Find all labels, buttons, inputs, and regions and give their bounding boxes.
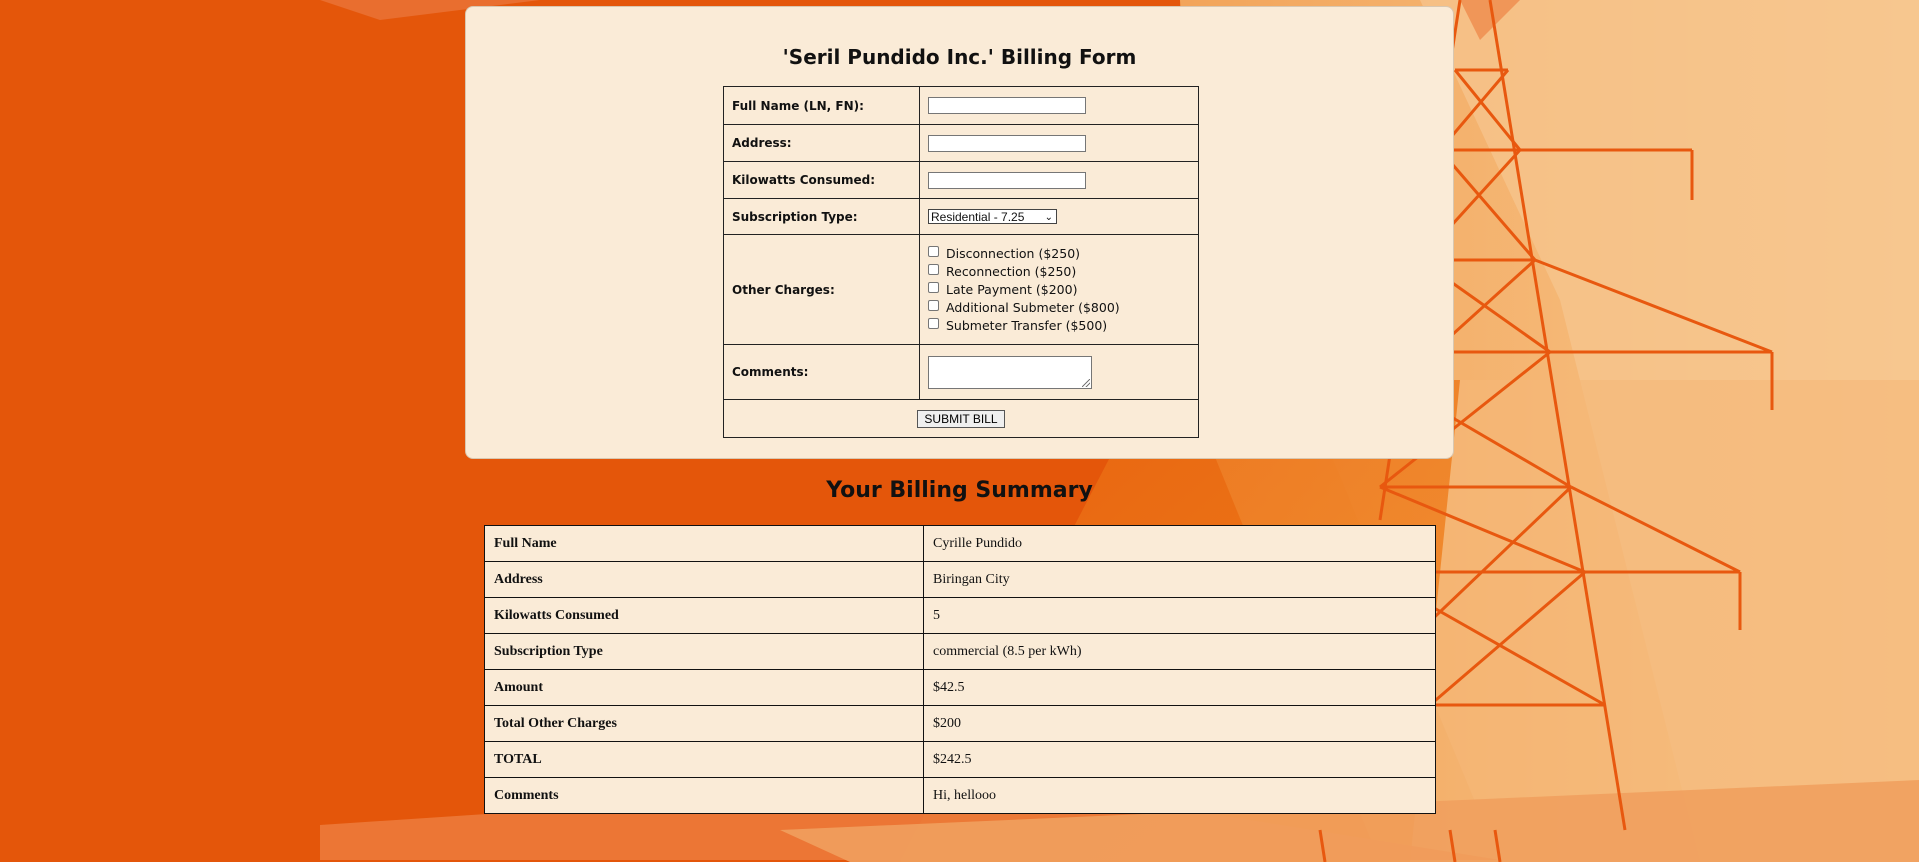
- comments-textarea[interactable]: [928, 355, 1092, 389]
- comments-label: Comments:: [723, 344, 920, 400]
- table-row: Amount $42.5: [484, 669, 1436, 706]
- summary-key: Full Name: [484, 525, 924, 562]
- summary-value: commercial (8.5 per kWh): [923, 633, 1436, 670]
- charge-option[interactable]: Additional Submeter ($800): [928, 299, 1190, 317]
- submit-cell: SUBMIT BILL: [723, 399, 1199, 438]
- kilowatts-cell: [919, 161, 1199, 199]
- full-name-cell: [919, 86, 1199, 125]
- summary-key: Kilowatts Consumed: [484, 597, 924, 634]
- form-title: 'Seril Pundido Inc.' Billing Form: [782, 45, 1137, 69]
- charge-option-label: Reconnection ($250): [946, 264, 1077, 279]
- summary-value: $200: [923, 705, 1436, 742]
- summary-value: $42.5: [923, 669, 1436, 706]
- charge-option-label: Late Payment ($200): [946, 282, 1078, 297]
- subscription-label: Subscription Type:: [723, 198, 920, 235]
- resize-handle-icon[interactable]: [1082, 378, 1090, 387]
- summary-key: Total Other Charges: [484, 705, 924, 742]
- checkbox[interactable]: [928, 300, 939, 311]
- summary-value: Cyrille Pundido: [923, 525, 1436, 562]
- charge-option[interactable]: Late Payment ($200): [928, 281, 1190, 299]
- summary-key: TOTAL: [484, 741, 924, 778]
- charge-option-label: Disconnection ($250): [946, 246, 1081, 261]
- other-charges-label: Other Charges:: [723, 234, 920, 345]
- address-label: Address:: [723, 124, 920, 162]
- summary-key: Amount: [484, 669, 924, 706]
- subscription-select[interactable]: Residential - 7.25 ⌄: [928, 209, 1057, 224]
- summary-value: Hi, hellooo: [923, 777, 1436, 814]
- charge-option-label: Submeter Transfer ($500): [946, 318, 1108, 333]
- checkbox[interactable]: [928, 282, 939, 293]
- table-row: Address Biringan City: [484, 561, 1436, 598]
- table-row: Kilowatts Consumed 5: [484, 597, 1436, 634]
- address-input[interactable]: [928, 134, 1086, 152]
- billing-summary-table: Full Name Cyrille Pundido Address Biringan…: [484, 525, 1436, 814]
- address-cell: [919, 124, 1199, 162]
- summary-value: 5: [923, 597, 1436, 634]
- full-name-input[interactable]: [928, 97, 1086, 114]
- billing-form-panel: 'Seril Pundido Inc.' Billing Form Full N…: [465, 6, 1454, 459]
- billing-form-table: Full Name (LN, FN): Address: Kilowatts C…: [723, 86, 1199, 438]
- checkbox[interactable]: [928, 318, 939, 329]
- charge-option[interactable]: Submeter Transfer ($500): [928, 317, 1190, 335]
- full-name-label: Full Name (LN, FN):: [723, 86, 920, 125]
- subscription-cell: Residential - 7.25 ⌄: [919, 198, 1199, 235]
- summary-key: Comments: [484, 777, 924, 814]
- submit-bill-button[interactable]: SUBMIT BILL: [917, 409, 1005, 428]
- charge-option-label: Additional Submeter ($800): [946, 300, 1120, 315]
- summary-value: Biringan City: [923, 561, 1436, 598]
- charge-option[interactable]: Reconnection ($250): [928, 263, 1190, 281]
- charge-option[interactable]: Disconnection ($250): [928, 245, 1190, 263]
- table-row: Full Name Cyrille Pundido: [484, 525, 1436, 562]
- chevron-down-icon: ⌄: [1044, 212, 1053, 223]
- other-charges-cell: Disconnection ($250) Reconnection ($250)…: [919, 234, 1199, 345]
- checkbox[interactable]: [928, 264, 939, 275]
- table-row: Comments Hi, hellooo: [484, 777, 1436, 814]
- kilowatts-label: Kilowatts Consumed:: [723, 161, 920, 199]
- subscription-selected-value: Residential - 7.25: [931, 210, 1025, 224]
- kilowatts-input[interactable]: [928, 171, 1086, 189]
- summary-title: Your Billing Summary: [826, 478, 1093, 503]
- summary-key: Subscription Type: [484, 633, 924, 670]
- summary-value: $242.5: [923, 741, 1436, 778]
- table-row: Total Other Charges $200: [484, 705, 1436, 742]
- table-row: TOTAL $242.5: [484, 741, 1436, 778]
- checkbox[interactable]: [928, 246, 939, 257]
- comments-cell: [919, 344, 1199, 400]
- table-row: Subscription Type commercial (8.5 per kWh…: [484, 633, 1436, 670]
- summary-key: Address: [484, 561, 924, 598]
